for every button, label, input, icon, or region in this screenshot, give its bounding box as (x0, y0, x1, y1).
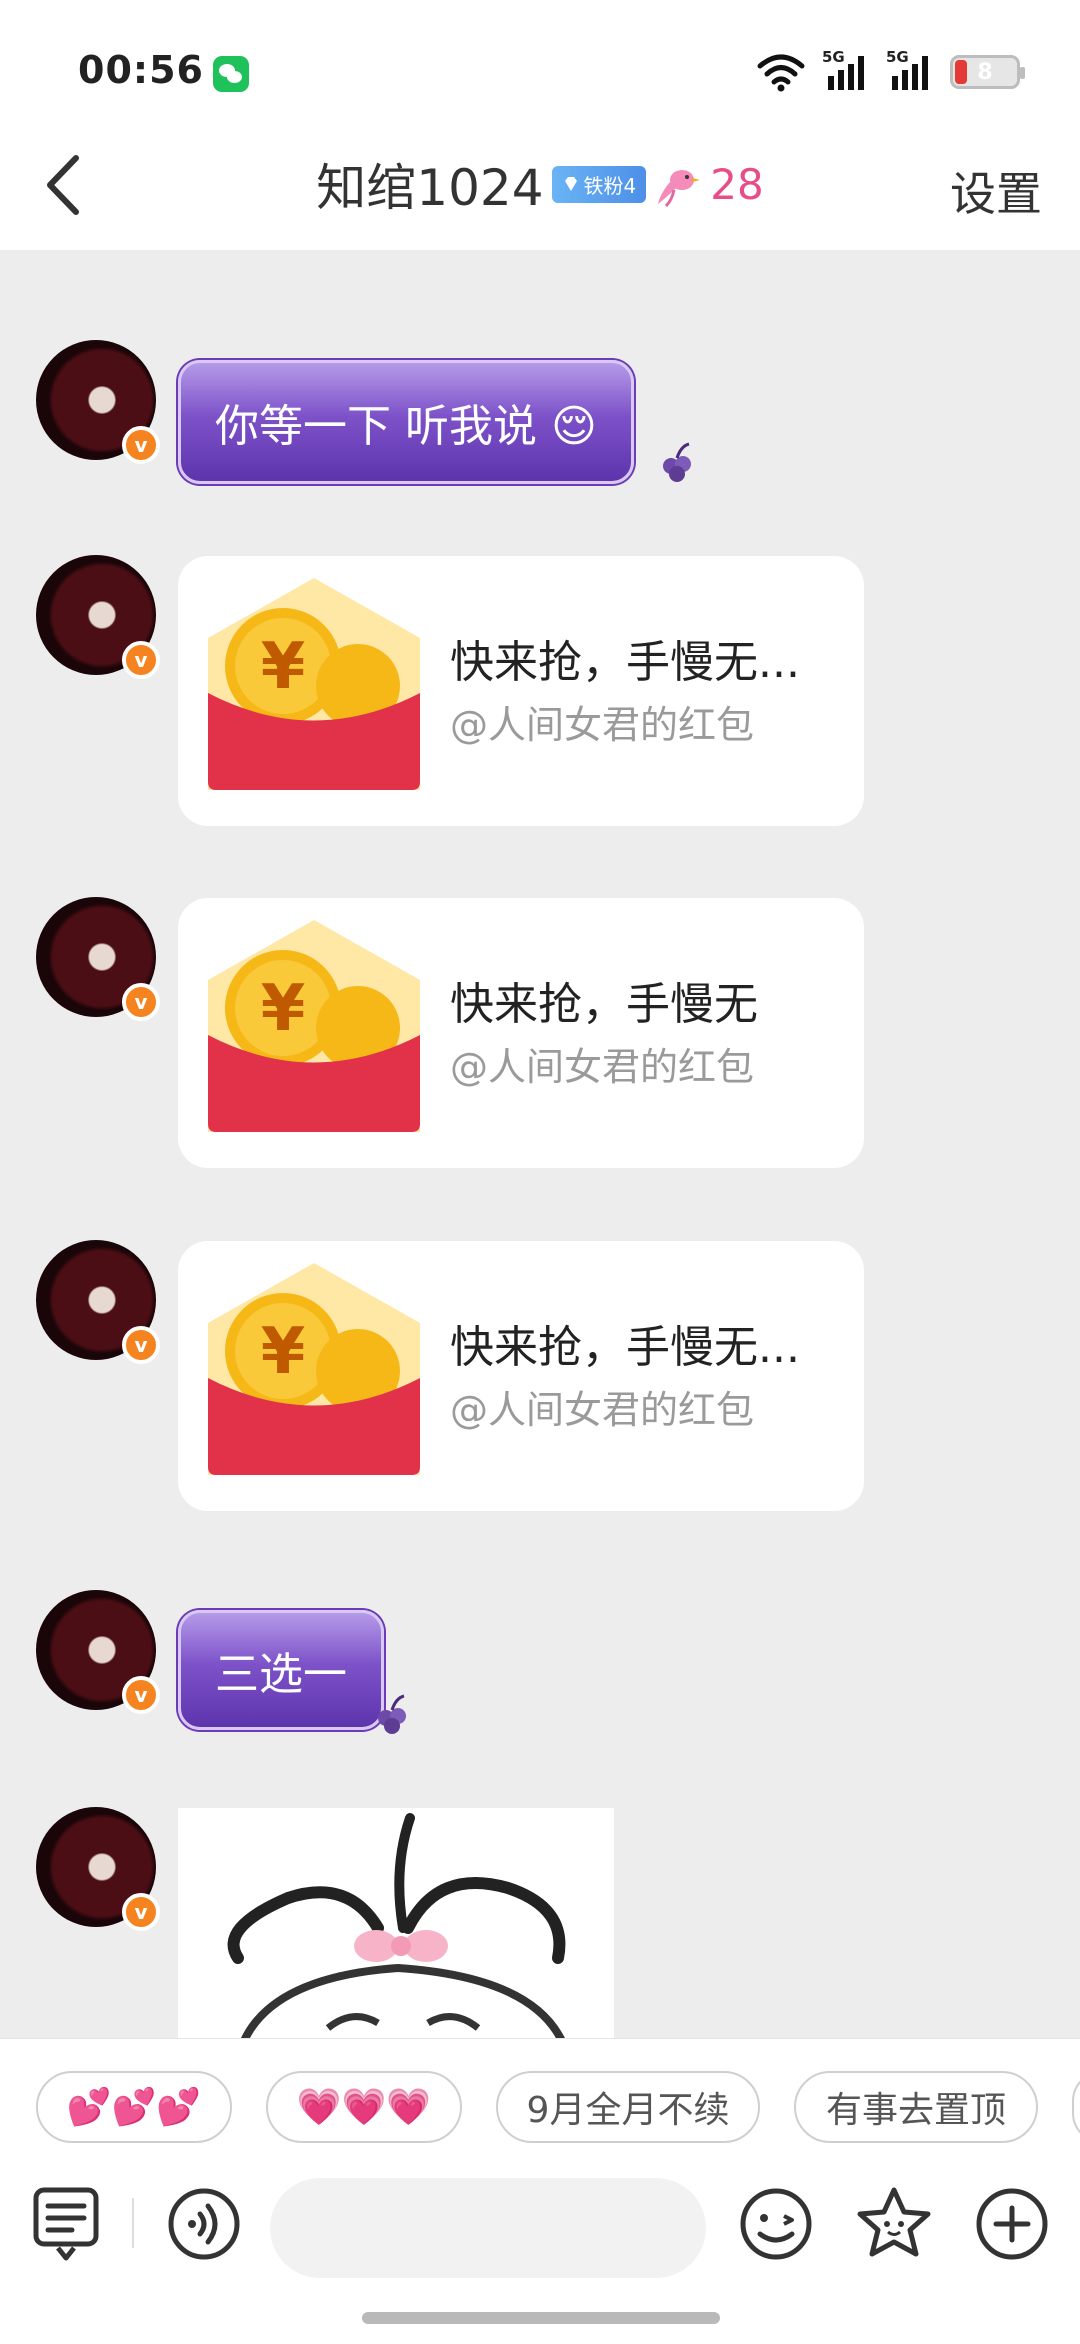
sender-avatar[interactable]: v (36, 897, 160, 1021)
sender-avatar[interactable]: v (36, 1807, 160, 1931)
message-text: 三选一 (215, 1649, 347, 1700)
red-envelope-icon: ¥ (208, 920, 420, 1132)
verified-badge: v (122, 1893, 160, 1931)
cartoon-face-sticker-icon (227, 1813, 566, 2040)
text-message-bubble[interactable]: 三选一 (178, 1610, 384, 1730)
signal-5g-icon: 5G (822, 48, 870, 92)
red-packet-card[interactable]: ¥ 快来抢，手慢无... @人间女君的红包 (178, 1241, 864, 1511)
fan-level-badge: 铁粉4 (551, 165, 647, 203)
sender-avatar[interactable]: v (36, 555, 160, 679)
svg-text:¥: ¥ (261, 972, 306, 1046)
red-envelope-icon: ¥ (208, 1263, 420, 1475)
diamond-icon (564, 177, 577, 191)
grape-decoration-icon (378, 1694, 406, 1734)
red-packet-sender: @人间女君的红包 (450, 703, 755, 747)
message-input[interactable] (270, 2178, 706, 2278)
quick-reply-chip-overflow[interactable] (1072, 2071, 1080, 2143)
sticker-star-icon[interactable] (852, 2182, 936, 2266)
sender-avatar[interactable]: v (36, 1590, 160, 1714)
sender-avatar[interactable]: v (36, 1240, 160, 1364)
quick-reply-chip[interactable]: 💕💕💕 (36, 2071, 232, 2143)
red-packet-sender: @人间女君的红包 (450, 1388, 755, 1432)
message-input-bar (0, 2178, 1080, 2344)
verified-badge: v (122, 1676, 160, 1714)
verified-badge: v (122, 1326, 160, 1364)
toolbar-divider (132, 2198, 134, 2248)
red-packet-title: 快来抢，手慢无... (450, 637, 800, 688)
svg-text:¥: ¥ (261, 630, 306, 704)
red-packet-card[interactable]: ¥ 快来抢，手慢无 @人间女君的红包 (178, 898, 864, 1168)
message-text: 你等一下 听我说 😌 (215, 401, 597, 452)
grape-decoration-icon (663, 442, 691, 482)
verified-badge: v (122, 426, 160, 464)
red-packet-title: 快来抢，手慢无... (450, 1322, 800, 1373)
settings-button[interactable]: 设置 (950, 158, 1042, 224)
wechat-notification-icon (213, 56, 249, 92)
chat-title-group[interactable]: 知绾1024 铁粉4 28 (0, 148, 1080, 220)
quick-reply-chip[interactable]: 有事去置顶 (794, 2071, 1038, 2143)
add-plus-icon[interactable] (970, 2182, 1054, 2266)
emoji-icon[interactable] (734, 2182, 818, 2266)
red-packet-title: 快来抢，手慢无 (450, 979, 758, 1030)
verified-badge: v (122, 641, 160, 679)
text-message-bubble[interactable]: 你等一下 听我说 😌 (178, 360, 634, 484)
signal-5g-icon-2: 5G (886, 48, 934, 92)
red-envelope-icon: ¥ (208, 578, 420, 790)
quick-reply-bar: 💕💕💕 💗💗💗 9月全月不续 有事去置顶 (0, 2038, 1080, 2179)
bird-icon (658, 170, 701, 208)
status-indicators: 5G 5G 8 (756, 48, 1025, 92)
status-time: 00:56 (78, 48, 204, 92)
quick-reply-chip[interactable]: 💗💗💗 (266, 2071, 462, 2143)
battery-icon: 8 (950, 55, 1025, 89)
red-packet-sender: @人间女君的红包 (450, 1045, 755, 1089)
verified-badge: v (122, 983, 160, 1021)
quick-reply-chip[interactable]: 9月全月不续 (496, 2071, 760, 2143)
home-indicator[interactable] (362, 2312, 720, 2324)
heat-count: 28 (710, 159, 764, 209)
svg-text:¥: ¥ (261, 1315, 306, 1389)
battery-level: 8 (977, 59, 993, 85)
keyboard-menu-icon[interactable] (28, 2182, 112, 2266)
chat-title: 知绾1024 (316, 159, 544, 217)
voice-icon[interactable] (162, 2182, 246, 2266)
chat-message-list[interactable]: v 你等一下 听我说 😌 v ¥ 快来抢，手慢无... @人间女君的红包 v ¥ (0, 250, 1080, 2040)
sticker-image[interactable] (178, 1808, 614, 2040)
fan-level-label: 铁粉4 (583, 173, 637, 198)
top-bar: 00:56 5G 5G 8 知绾1024 铁粉4 28 设置 (0, 0, 1080, 250)
sender-avatar[interactable]: v (36, 340, 160, 464)
wifi-icon (757, 54, 805, 92)
red-packet-card[interactable]: ¥ 快来抢，手慢无... @人间女君的红包 (178, 556, 864, 826)
